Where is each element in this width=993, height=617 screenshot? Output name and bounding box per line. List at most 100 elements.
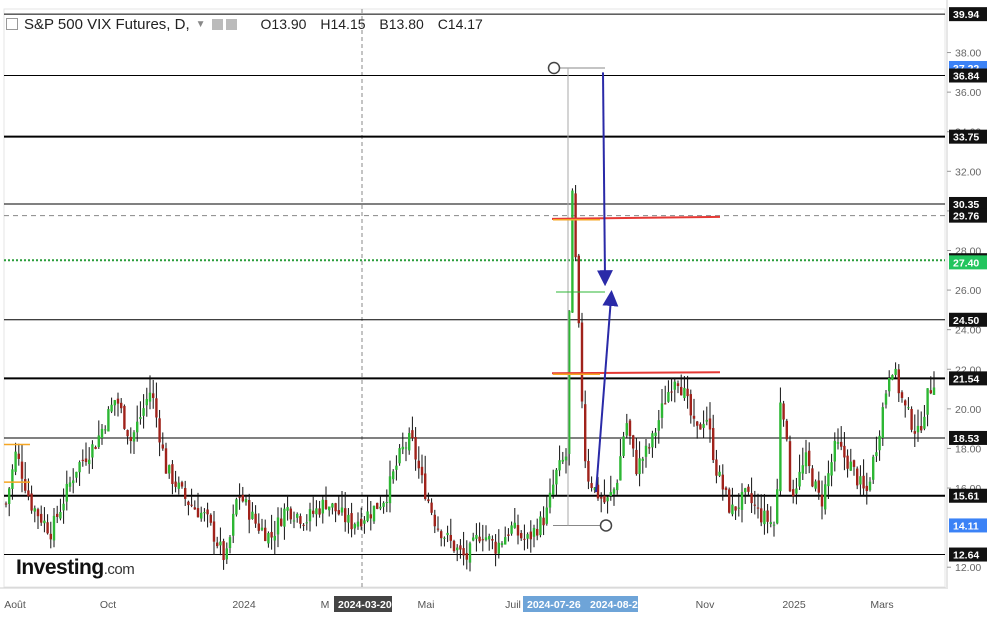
candle-body: [756, 507, 760, 509]
candle-body: [36, 509, 40, 517]
candle-body: [609, 492, 612, 496]
candle-body: [884, 393, 888, 405]
candle-body: [664, 403, 667, 405]
candle-body: [916, 425, 920, 433]
candle-body: [849, 461, 852, 471]
candle-body: [123, 405, 126, 429]
candle-body: [545, 507, 548, 524]
candle-body: [120, 402, 123, 409]
collapse-icon[interactable]: [6, 18, 18, 30]
y-tick-label: 20.00: [955, 404, 981, 416]
candle-body: [171, 464, 174, 484]
candle-body: [513, 522, 516, 528]
candle-body: [817, 480, 820, 493]
candle-body: [484, 537, 488, 541]
candle-body: [4, 503, 8, 505]
candle-body: [667, 391, 670, 402]
candle-body: [340, 507, 344, 513]
candle-body: [696, 421, 699, 426]
chevron-down-icon[interactable]: ▼: [196, 19, 206, 30]
candle-body: [532, 528, 536, 537]
candle-body: [785, 420, 788, 440]
candle-body: [507, 534, 510, 536]
candle-body: [673, 381, 676, 390]
candle-body: [651, 433, 654, 448]
candle-body: [8, 488, 11, 504]
candle-body: [526, 534, 529, 539]
candle-body: [852, 460, 856, 467]
candle-body: [273, 535, 276, 541]
candle-body: [744, 488, 747, 493]
candle-body: [430, 502, 433, 513]
y-tick-label: 26.00: [955, 285, 981, 297]
time-axis[interactable]: Août Oct 2024 M Mai Juil Nov 2025 Mars 2024-03-20…: [0, 587, 948, 612]
up-arrow: [595, 290, 619, 493]
candle-body: [715, 459, 718, 476]
candle-body: [17, 453, 20, 459]
candle-body: [929, 390, 932, 394]
candle-body: [868, 481, 872, 491]
candle-body: [638, 458, 641, 475]
candle-body: [600, 497, 603, 499]
price-axis[interactable]: 12.0016.0018.0020.0022.0024.0026.0028.00…: [946, 0, 987, 587]
candle-body: [27, 490, 30, 497]
candle-body: [782, 403, 785, 420]
candle-body: [481, 539, 484, 541]
candle-body: [888, 377, 891, 392]
candle-body: [497, 542, 500, 554]
plot-frame: [3, 8, 946, 588]
level-price-label: 39.94: [953, 9, 979, 21]
candle-body: [654, 432, 657, 437]
candle-body: [702, 423, 705, 428]
candle-body: [788, 441, 792, 492]
anchor-handle: [599, 519, 613, 532]
symbol-title[interactable]: S&P 500 VIX Futures, D,: [24, 16, 190, 33]
candle-body: [344, 508, 347, 523]
candle-body: [360, 518, 363, 527]
candle-body: [904, 400, 907, 406]
candle-body: [184, 488, 187, 499]
x-tick-label: Mai: [418, 599, 435, 611]
level-price-label: 27.40: [953, 257, 979, 269]
candle-body: [510, 525, 513, 534]
candle-body: [792, 489, 795, 497]
candle-body: [814, 481, 817, 489]
candle-body: [216, 542, 219, 547]
candle-body: [280, 518, 283, 526]
x-tick-label: Juil: [505, 599, 521, 611]
candle-body: [52, 515, 56, 541]
candle-body: [296, 513, 299, 518]
candle-body: [920, 426, 923, 431]
candle-body: [14, 451, 17, 472]
eye-icon[interactable]: [211, 18, 223, 30]
candle-body: [347, 514, 350, 523]
candle-body: [648, 447, 651, 449]
candle-body: [452, 540, 456, 552]
candle-body: [254, 513, 257, 524]
candle-body: [203, 512, 206, 514]
candle-body: [222, 541, 225, 561]
candle-body: [462, 548, 465, 556]
candle-body: [635, 449, 638, 475]
candle-body: [142, 408, 145, 416]
gear-icon[interactable]: [225, 18, 237, 30]
candle-body: [225, 548, 228, 560]
candle-body: [689, 394, 692, 416]
candle-body: [238, 496, 241, 498]
candle-body: [187, 501, 190, 506]
candle-body: [680, 386, 683, 396]
candle-body: [606, 497, 609, 502]
candle-body: [923, 416, 926, 429]
ohlc-readout: O13.90 H14.15 B13.80 C14.17: [261, 16, 493, 32]
candle-body: [590, 483, 593, 489]
price-chart[interactable]: 12.0016.0018.0020.0022.0024.0026.0028.00…: [0, 0, 993, 617]
level-price-label: 14.11: [953, 520, 979, 532]
candle-body: [827, 473, 830, 487]
candle-body: [235, 499, 238, 515]
candle-body: [81, 459, 84, 461]
candle-body: [660, 403, 664, 418]
candle-body: [353, 524, 356, 529]
candle-body: [110, 404, 113, 412]
candle-body: [625, 423, 628, 436]
candle-body: [75, 471, 78, 478]
